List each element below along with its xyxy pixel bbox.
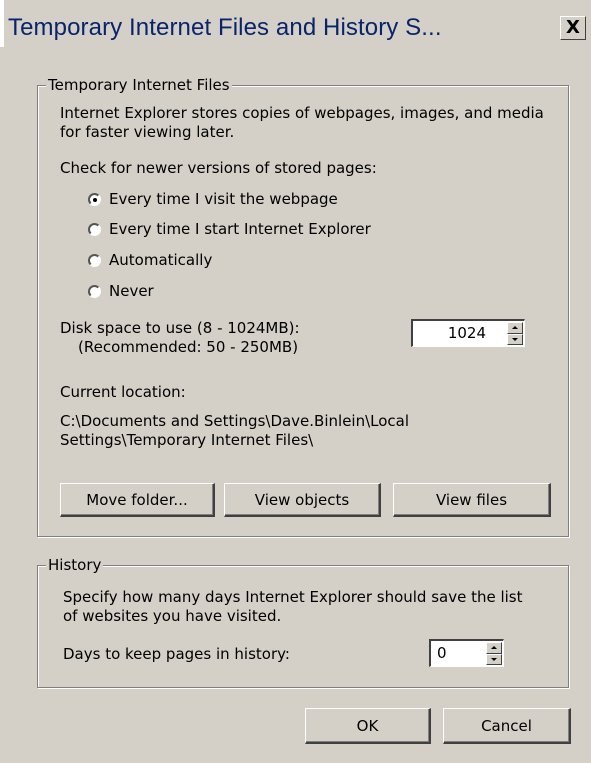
disk-space-spin-buttons [507,322,523,345]
history-group: History Specify how many days Internet E… [37,556,569,688]
radio-button-icon [88,253,101,267]
disk-space-down-button[interactable] [507,333,523,345]
window-title: Temporary Internet Files and History S..… [8,14,442,41]
radio-every-visit-label: Every time I visit the webpage [109,190,338,208]
close-icon: X [566,17,580,38]
history-days-down-button[interactable] [486,653,502,665]
arrow-down-icon [512,337,518,341]
history-days-spinner[interactable]: 0 [429,639,504,667]
cancel-button[interactable]: Cancel [443,708,571,744]
radio-every-start-label: Every time I start Internet Explorer [109,220,371,238]
disk-space-input[interactable]: 1024 [448,323,486,343]
move-folder-button[interactable]: Move folder... [60,483,215,517]
temporary-internet-files-legend: Temporary Internet Files [46,76,232,94]
ok-button[interactable]: OK [305,708,431,744]
history-days-spin-buttons [486,642,502,665]
arrow-up-icon [491,646,497,649]
radio-button-icon [88,284,101,298]
days-to-keep-label: Days to keep pages in history: [63,645,290,663]
history-description-line2: of websites you have visited. [63,607,282,625]
current-location-label: Current location: [60,383,186,401]
view-files-button[interactable]: View files [393,483,551,517]
history-days-up-button[interactable] [486,642,502,654]
radio-every-start[interactable]: Every time I start Internet Explorer [88,218,371,240]
radio-every-visit[interactable]: Every time I visit the webpage [88,188,338,210]
current-location-path-line2: Settings\Temporary Internet Files\ [60,431,314,449]
history-legend: History [46,556,104,574]
disk-space-recommended: (Recommended: 50 - 250MB) [78,338,299,356]
history-description-line1: Specify how many days Internet Explorer … [63,588,523,606]
radio-button-icon [88,192,101,206]
dialog-window: Temporary Internet Files and History S..… [0,0,591,763]
radio-automatically[interactable]: Automatically [88,249,212,271]
arrow-up-icon [512,326,518,329]
close-button[interactable]: X [560,16,586,40]
temp-files-description-line2: for faster viewing later. [60,123,235,141]
radio-never[interactable]: Never [88,280,154,302]
disk-space-up-button[interactable] [507,322,523,334]
title-bar: Temporary Internet Files and History S..… [0,0,591,47]
radio-button-icon [88,222,101,236]
arrow-down-icon [491,657,497,661]
temp-files-description-line1: Internet Explorer stores copies of webpa… [60,104,544,122]
history-days-input[interactable]: 0 [437,643,447,663]
temporary-internet-files-group: Temporary Internet Files Internet Explor… [37,76,569,537]
disk-space-spinner[interactable]: 1024 [411,319,525,347]
view-objects-button[interactable]: View objects [224,483,381,517]
radio-never-label: Never [109,282,154,300]
check-versions-label: Check for newer versions of stored pages… [60,159,377,177]
radio-automatically-label: Automatically [109,251,213,269]
current-location-path-line1: C:\Documents and Settings\Dave.Binlein\L… [60,412,410,430]
disk-space-label: Disk space to use (8 - 1024MB): [60,319,300,337]
